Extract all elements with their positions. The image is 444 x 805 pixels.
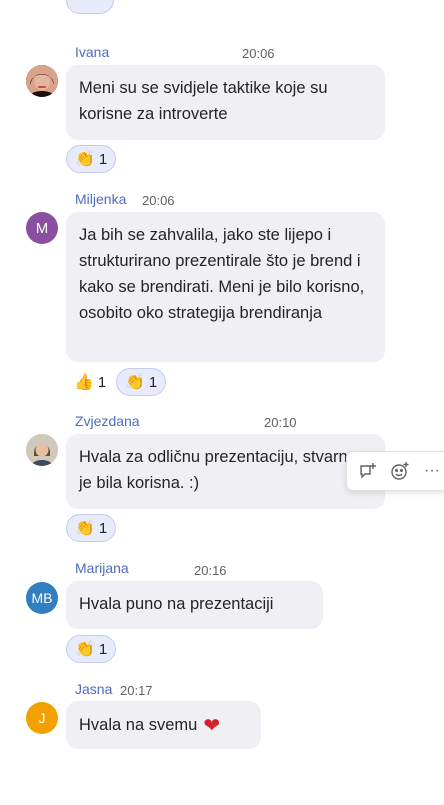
clap-icon: 👏 [75, 149, 95, 168]
avatar[interactable]: J [26, 702, 58, 734]
more-options-icon[interactable]: ··· [419, 458, 444, 484]
sender-name: Marijana [75, 560, 129, 576]
message-text: Ja bih se zahvalila, jako ste lijepo i s… [79, 226, 365, 322]
message-bubble[interactable]: Meni su se svidjele taktike koje su kori… [66, 65, 385, 140]
reaction-pill[interactable]: 👏 1 [116, 368, 167, 396]
reaction-pill[interactable]: 👏 1 [66, 145, 117, 173]
sender-name: Ivana [75, 44, 110, 60]
timestamp: 20:06 [242, 46, 275, 61]
timestamp: 20:06 [142, 193, 175, 208]
reaction-pill-partial[interactable] [66, 0, 114, 14]
message-text: Hvala za odličnu prezentaciju, stvarno j… [79, 448, 357, 492]
reaction-pill[interactable]: 👍 1 [66, 368, 114, 396]
message-bubble[interactable]: Ja bih se zahvalila, jako ste lijepo i s… [66, 212, 385, 362]
message-bubble[interactable]: Hvala na svemu ❤ [66, 701, 261, 749]
reaction-pill[interactable]: 👏 1 [66, 514, 117, 542]
reaction-pill[interactable]: 👏 1 [66, 635, 117, 663]
avatar[interactable] [26, 65, 58, 97]
message-bubble[interactable]: Hvala za odličnu prezentaciju, stvarno j… [66, 434, 385, 509]
clap-icon: 👏 [75, 518, 95, 537]
timestamp: 20:16 [194, 563, 227, 578]
quote-reply-icon[interactable] [355, 458, 381, 484]
sender-name: Zvjezdana [75, 413, 140, 429]
reaction-count: 1 [98, 519, 108, 537]
reaction-count: 1 [97, 373, 107, 391]
add-reaction-icon[interactable] [387, 458, 413, 484]
reaction-count: 1 [98, 150, 108, 168]
clap-icon: 👏 [75, 639, 95, 658]
sender-name: Miljenka [75, 191, 127, 207]
avatar-initials: M [35, 219, 49, 237]
avatar-initials: J [38, 710, 46, 726]
avatar-initials: MB [31, 590, 53, 606]
message-text: Hvala na svemu [79, 716, 198, 734]
heart-icon: ❤ [203, 713, 221, 737]
avatar[interactable]: MB [26, 582, 58, 614]
message-text: Meni su se svidjele taktike koje su kori… [79, 79, 328, 123]
avatar[interactable] [26, 434, 58, 466]
thumbs-up-icon: 👍 [74, 372, 94, 391]
clap-icon: 👏 [125, 372, 145, 391]
timestamp: 20:10 [264, 415, 297, 430]
reaction-count: 1 [148, 373, 158, 391]
message-text: Hvala puno na prezentaciji [79, 595, 274, 613]
avatar[interactable]: M [26, 212, 58, 244]
message-bubble[interactable]: Hvala puno na prezentaciji [66, 581, 323, 629]
message-hover-toolbar: ··· [346, 451, 444, 491]
timestamp: 20:17 [120, 683, 153, 698]
sender-name: Jasna [75, 681, 113, 697]
reaction-count: 1 [98, 640, 108, 658]
